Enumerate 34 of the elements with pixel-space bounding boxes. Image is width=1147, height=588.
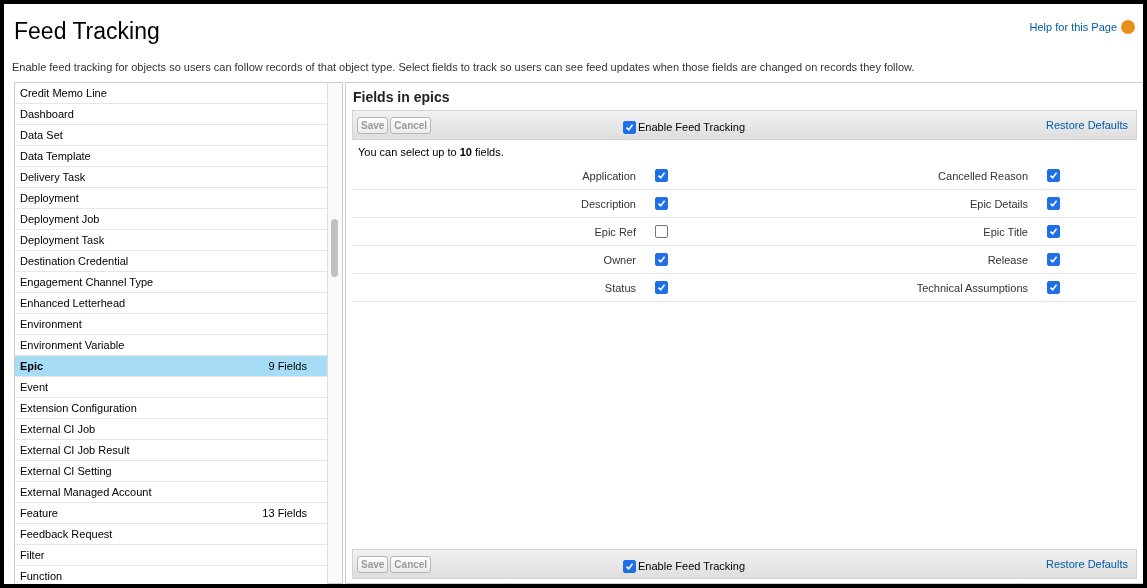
scrollbar[interactable] bbox=[327, 83, 342, 583]
page-description: Enable feed tracking for objects so users can follow records of that object type. Select fields to track so users can see feed updates when those fields are changed on records they follow. bbox=[12, 61, 916, 73]
help-icon[interactable] bbox=[1121, 20, 1135, 34]
field-label: Epic Title bbox=[983, 225, 1028, 238]
checkbox[interactable] bbox=[655, 197, 668, 210]
checkbox[interactable] bbox=[623, 559, 636, 573]
checkbox[interactable] bbox=[655, 225, 668, 238]
panel-title: Fields in epics bbox=[353, 89, 451, 105]
page-title: Feed Tracking bbox=[14, 18, 160, 45]
limit-note: You can select up to 10 fields. bbox=[357, 145, 505, 160]
checkbox[interactable] bbox=[1047, 197, 1060, 210]
restore-defaults-link[interactable]: Restore Defaults bbox=[1046, 119, 1128, 131]
field-label: Epic Details bbox=[969, 197, 1028, 210]
field-label: Application bbox=[582, 169, 636, 182]
field-label: Status bbox=[604, 281, 636, 294]
restore-defaults-link[interactable]: Restore Defaults bbox=[1046, 558, 1128, 570]
checkbox-label: Enable Feed Tracking bbox=[638, 121, 745, 133]
object-list-item[interactable]: Epic 9 Fields bbox=[15, 356, 327, 377]
checkbox[interactable] bbox=[1047, 169, 1060, 182]
checkbox[interactable] bbox=[1047, 281, 1060, 294]
field-label: Cancelled Reason bbox=[938, 169, 1028, 182]
checkbox[interactable] bbox=[655, 169, 668, 182]
field-label: Epic Ref bbox=[594, 225, 636, 238]
help-link[interactable]: Help for this Page bbox=[1029, 21, 1117, 33]
field-label: Description bbox=[580, 197, 636, 210]
field-label: Release bbox=[987, 253, 1028, 266]
checkbox[interactable] bbox=[655, 281, 668, 294]
field-label: Technical Assumptions bbox=[916, 281, 1028, 294]
checkbox[interactable] bbox=[1047, 253, 1060, 266]
checkbox[interactable] bbox=[1047, 225, 1060, 238]
field-label: Owner bbox=[603, 253, 636, 266]
checkbox-label: Enable Feed Tracking bbox=[638, 560, 745, 572]
checkbox[interactable] bbox=[655, 253, 668, 266]
checkbox[interactable] bbox=[623, 120, 636, 134]
